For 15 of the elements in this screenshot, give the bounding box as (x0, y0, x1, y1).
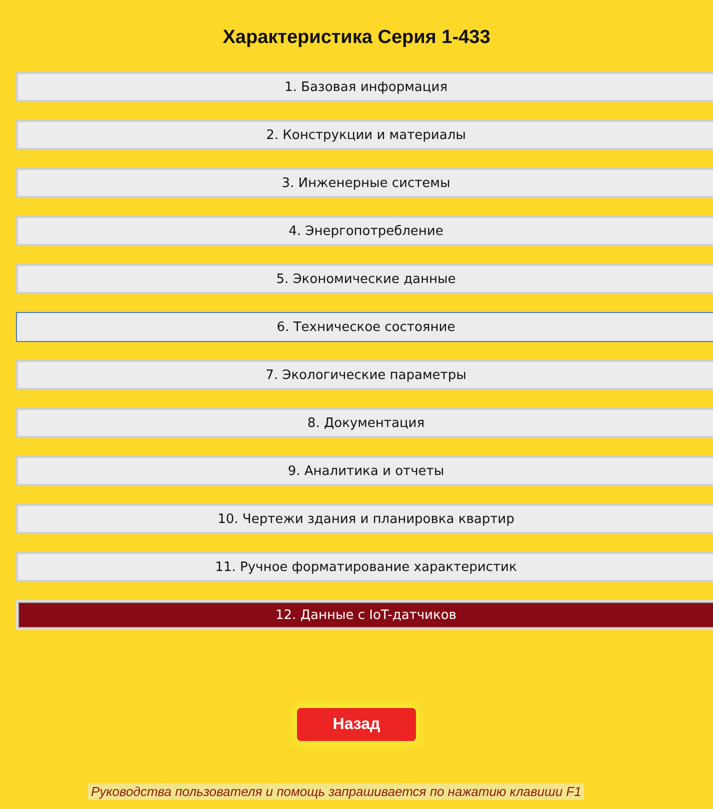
back-button[interactable]: Назад (297, 708, 416, 741)
section-button[interactable]: 5. Экономические данные (16, 264, 713, 294)
section-button[interactable]: 4. Энергопотребление (16, 216, 713, 246)
section-button[interactable]: 8. Документация (16, 408, 713, 438)
section-button[interactable]: 9. Аналитика и отчеты (16, 456, 713, 486)
section-button[interactable]: 10. Чертежи здания и планировка квартир (16, 504, 713, 534)
section-button[interactable]: 7. Экологические параметры (16, 360, 713, 390)
section-button[interactable]: 11. Ручное форматирование характеристик (16, 552, 713, 582)
section-button[interactable]: 3. Инженерные системы (16, 168, 713, 198)
page-title: Характеристика Серия 1-433 (222, 27, 492, 49)
section-button[interactable]: 6. Техническое состояние (16, 312, 713, 342)
help-hint: Руководства пользователя и помощь запрашивается по нажатию клавиши F1 (88, 783, 584, 800)
section-button[interactable]: 1. Базовая информация (16, 72, 713, 102)
section-button[interactable]: 12. Данные с IoT-датчиков (16, 600, 713, 630)
section-button[interactable]: 2. Конструкции и материалы (16, 120, 713, 150)
